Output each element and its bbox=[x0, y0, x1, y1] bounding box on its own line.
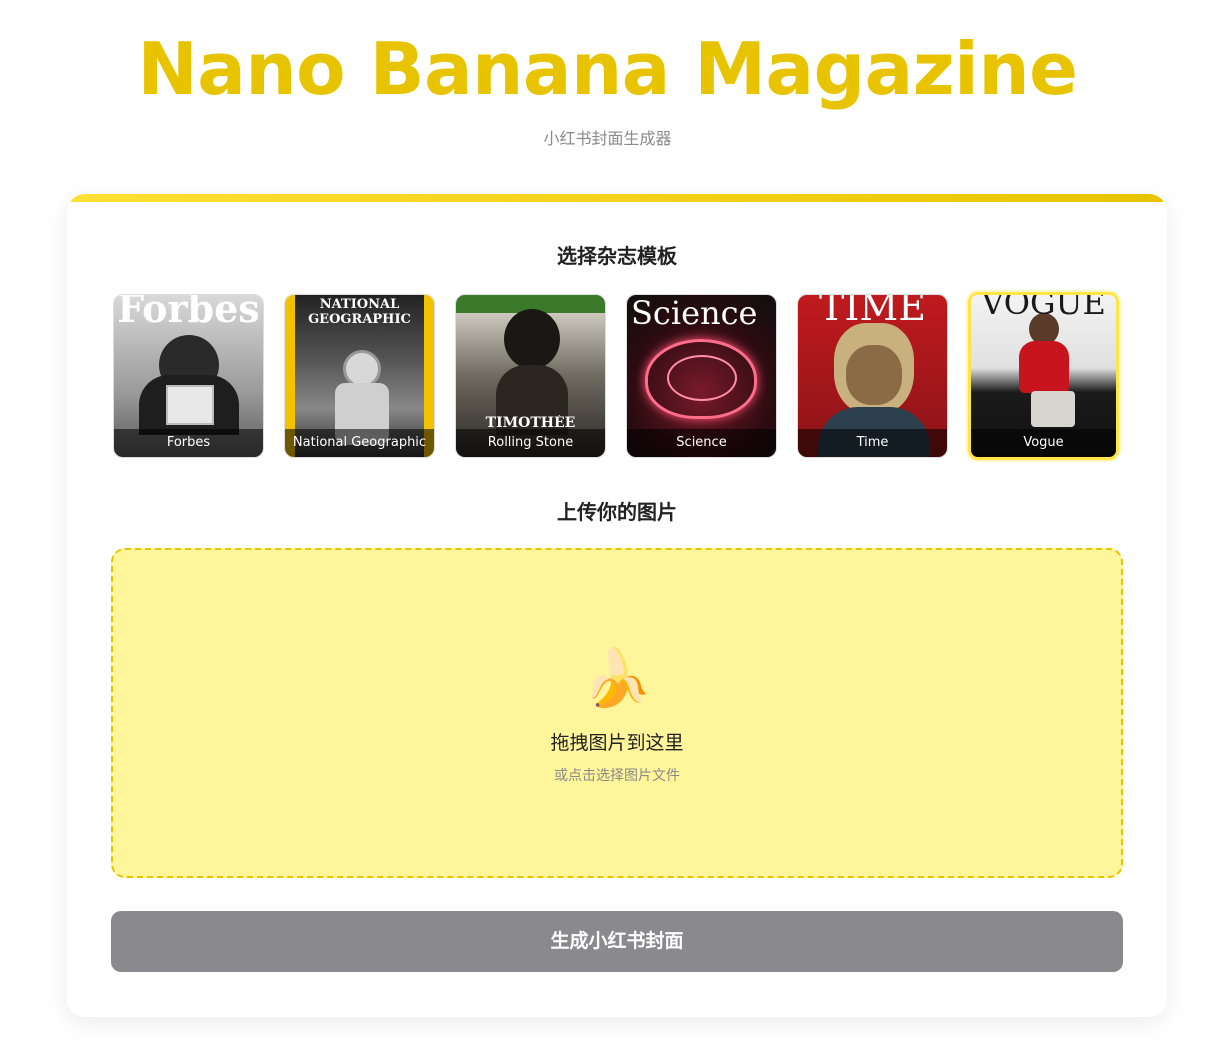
time-cover-title: TIME bbox=[818, 294, 926, 327]
dropzone-hint: 或点击选择图片文件 bbox=[554, 768, 680, 784]
app-title: Nano Banana Magazine bbox=[137, 27, 1078, 111]
natgeo-cover-title: NATIONAL GEOGRAPHIC bbox=[308, 297, 411, 327]
template-label-time: Time bbox=[798, 429, 947, 457]
forbes-cover-title: Forbes bbox=[117, 294, 260, 329]
template-national-geographic[interactable]: NATIONAL GEOGRAPHIC National Geographic bbox=[284, 294, 435, 458]
template-section-heading: 选择杂志模板 bbox=[557, 244, 677, 268]
template-label-national-geographic: National Geographic bbox=[285, 429, 434, 457]
banana-icon: 🍌 bbox=[582, 646, 652, 711]
template-list: Forbes Forbes NATIONAL GEOGRAPHIC Nation… bbox=[111, 292, 1125, 460]
template-science[interactable]: Science Science bbox=[626, 294, 777, 458]
vogue-cover-title: VOGUE bbox=[981, 292, 1106, 319]
app-subtitle: 小红书封面生成器 bbox=[543, 129, 672, 148]
template-label-forbes: Forbes bbox=[114, 429, 263, 457]
app-page: Nano Banana Magazine 小红书封面生成器 选择杂志模板 For… bbox=[0, 0, 1215, 1062]
science-cover-title: Science bbox=[631, 295, 758, 331]
template-label-vogue: Vogue bbox=[971, 429, 1116, 457]
template-label-science: Science bbox=[627, 429, 776, 457]
upload-section-heading: 上传你的图片 bbox=[557, 500, 677, 524]
image-dropzone[interactable]: 🍌 拖拽图片到这里 或点击选择图片文件 bbox=[111, 548, 1123, 878]
template-label-rolling-stone: Rolling Stone bbox=[456, 429, 605, 457]
template-forbes[interactable]: Forbes Forbes bbox=[113, 294, 264, 458]
generate-cover-button[interactable]: 生成小红书封面 bbox=[111, 911, 1123, 972]
main-card: 选择杂志模板 Forbes Forbes NATIONAL GEOGRAPHIC… bbox=[67, 194, 1167, 1017]
template-vogue[interactable]: VOGUE Vogue bbox=[968, 292, 1119, 460]
template-rolling-stone[interactable]: TIMOTHÉE Rolling Stone bbox=[455, 294, 606, 458]
dropzone-title: 拖拽图片到这里 bbox=[550, 732, 684, 754]
template-time[interactable]: TIME Time bbox=[797, 294, 948, 458]
card-accent-bar bbox=[67, 194, 1167, 202]
